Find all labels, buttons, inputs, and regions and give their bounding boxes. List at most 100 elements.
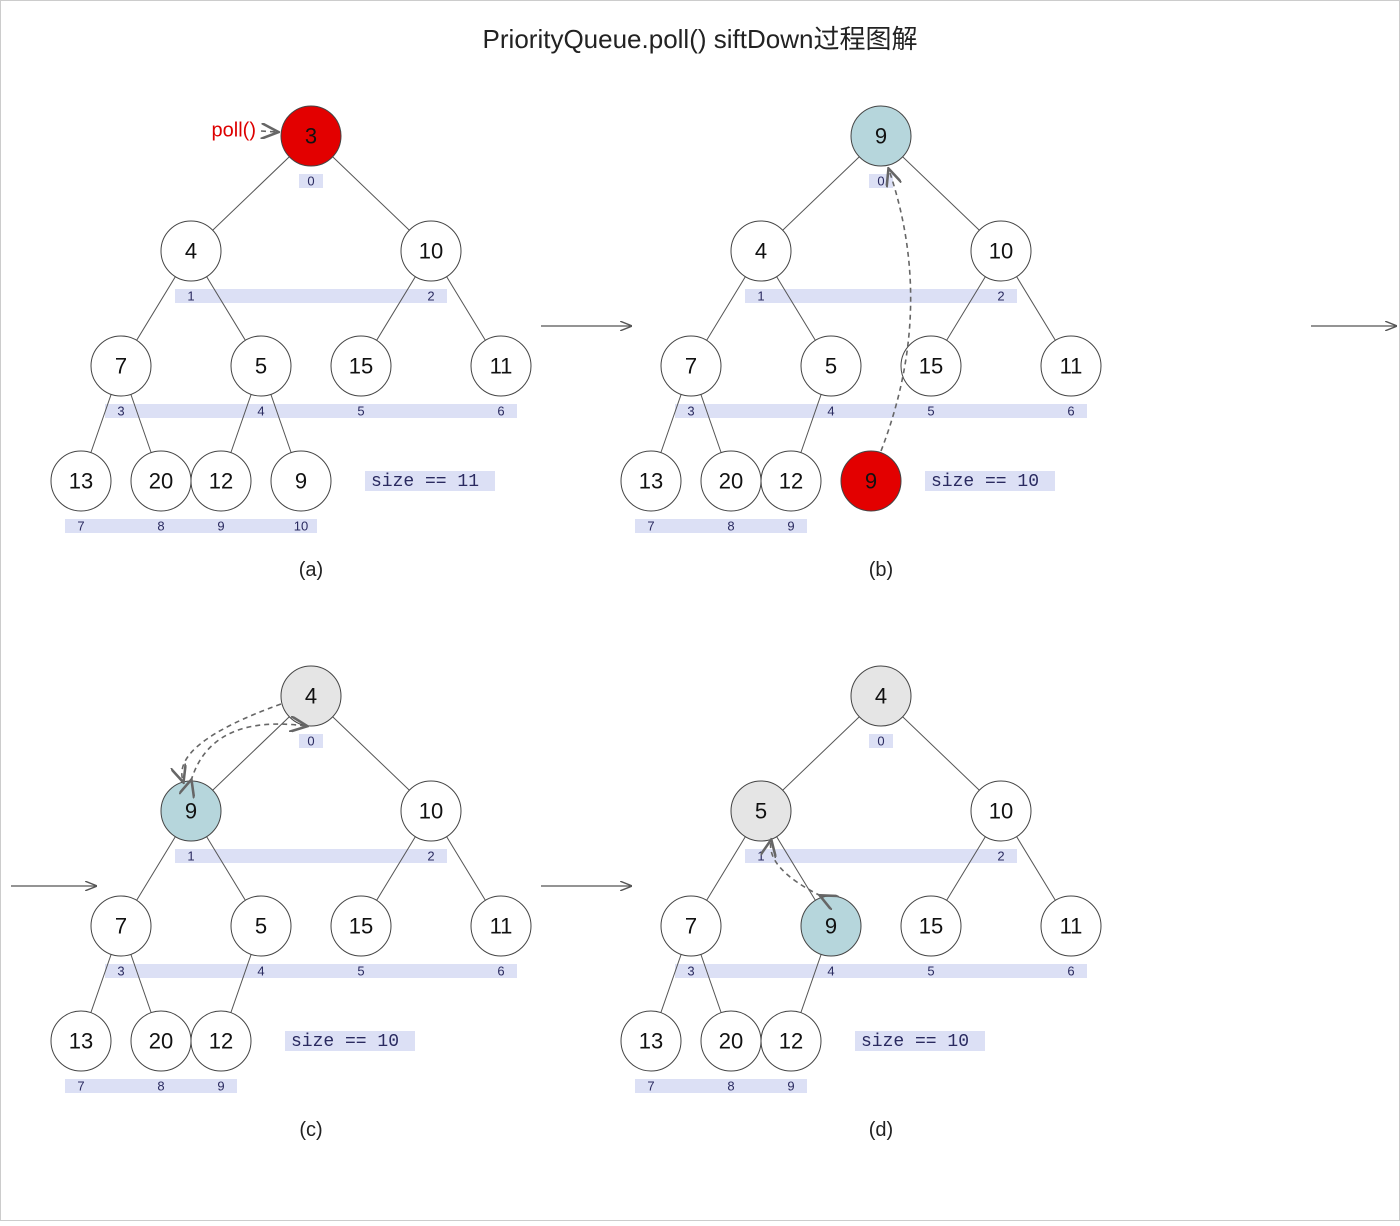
index-band — [65, 519, 317, 533]
index-band — [675, 404, 1087, 418]
node-5-value: 15 — [919, 914, 943, 939]
node-8-value: 20 — [149, 1029, 173, 1054]
node-9-value: 12 — [779, 469, 803, 494]
node-9-value: 12 — [779, 1029, 803, 1054]
node-5-value: 15 — [349, 914, 373, 939]
node-9-index: 9 — [787, 519, 794, 534]
node-7-value: 13 — [69, 469, 93, 494]
node-3-value: 7 — [685, 914, 697, 939]
node-1-index: 1 — [757, 289, 764, 304]
node-2-value: 10 — [989, 239, 1013, 264]
node-4-value: 9 — [825, 914, 837, 939]
node-6-index: 6 — [497, 964, 504, 979]
node-5-index: 5 — [927, 404, 934, 419]
node-4-value: 5 — [255, 354, 267, 379]
diagram-canvas: 30411027354155116137208129910size == 11(… — [1, 56, 1400, 1226]
node-2-index: 2 — [997, 289, 1004, 304]
panel-a: 30411027354155116137208129910size == 11(… — [51, 106, 531, 581]
node-1-value: 4 — [755, 239, 767, 264]
node-0-index: 0 — [307, 174, 314, 189]
node-7-value: 13 — [639, 1029, 663, 1054]
index-band — [635, 519, 807, 533]
node-2-index: 2 — [427, 289, 434, 304]
index-band — [675, 964, 1087, 978]
node-8-value: 20 — [719, 1029, 743, 1054]
node-2-value: 10 — [989, 799, 1013, 824]
node-3-index: 3 — [117, 964, 124, 979]
node-3-index: 3 — [687, 964, 694, 979]
node-0-index: 0 — [877, 734, 884, 749]
node-7-index: 7 — [647, 1079, 654, 1094]
node-8-value: 20 — [149, 469, 173, 494]
node-4-value: 5 — [255, 914, 267, 939]
node-6-value: 11 — [1060, 914, 1083, 939]
node-3-value: 7 — [115, 354, 127, 379]
node-2-value: 10 — [419, 799, 443, 824]
node-6-index: 6 — [1067, 964, 1074, 979]
node-8-value: 20 — [719, 469, 743, 494]
node-6-index: 6 — [1067, 404, 1074, 419]
index-band — [105, 404, 517, 418]
node-10-value: 9 — [865, 469, 877, 494]
diagram-title: PriorityQueue.poll() siftDown过程图解 — [1, 1, 1399, 56]
node-6-index: 6 — [497, 404, 504, 419]
node-4-value: 5 — [825, 354, 837, 379]
node-6-value: 11 — [1060, 354, 1083, 379]
size-label: size == 11 — [371, 472, 479, 492]
panel-label: (d) — [869, 1119, 893, 1141]
node-9-value: 12 — [209, 1029, 233, 1054]
panel-label: (b) — [869, 559, 893, 581]
panel-d: 40511027394155116137208129size == 10(d) — [621, 666, 1101, 1141]
node-6-value: 11 — [490, 914, 513, 939]
node-2-index: 2 — [997, 849, 1004, 864]
node-9-index: 9 — [217, 1079, 224, 1094]
node-5-value: 15 — [919, 354, 943, 379]
size-label: size == 10 — [931, 472, 1039, 492]
node-1-value: 4 — [185, 239, 197, 264]
node-1-index: 1 — [187, 849, 194, 864]
node-7-value: 13 — [639, 469, 663, 494]
node-3-value: 7 — [685, 354, 697, 379]
node-9-value: 12 — [209, 469, 233, 494]
node-7-value: 13 — [69, 1029, 93, 1054]
index-band — [65, 1079, 237, 1093]
node-0-value: 3 — [305, 124, 317, 149]
swap-arrow-icon — [182, 704, 281, 781]
index-band — [635, 1079, 807, 1093]
node-1-value: 9 — [185, 799, 197, 824]
node-0-index: 0 — [877, 174, 884, 189]
panel-c: 40911027354155116137208129size == 10(c) — [51, 666, 531, 1141]
node-8-index: 8 — [727, 519, 734, 534]
node-9-index: 9 — [787, 1079, 794, 1094]
size-label: size == 10 — [861, 1032, 969, 1052]
panel-b: 9 0 4 1 10 2 7 3 5 4 15 5 11 6 13 7 20 8 12 9 9 size == 10 (b) — [621, 106, 1101, 581]
node-1-value: 5 — [755, 799, 767, 824]
node-8-index: 8 — [157, 519, 164, 534]
node-6-value: 11 — [490, 354, 513, 379]
node-0-index: 0 — [307, 734, 314, 749]
node-1-index: 1 — [187, 289, 194, 304]
poll-label: poll() — [212, 119, 256, 141]
node-5-value: 15 — [349, 354, 373, 379]
node-4-index: 4 — [827, 404, 834, 419]
node-2-value: 10 — [419, 239, 443, 264]
node-0-value: 4 — [305, 684, 317, 709]
node-10-index: 10 — [294, 519, 308, 534]
node-7-index: 7 — [77, 519, 84, 534]
poll-arrow-icon — [261, 131, 277, 132]
node-4-index: 4 — [257, 964, 264, 979]
node-8-index: 8 — [157, 1079, 164, 1094]
node-1-index: 1 — [757, 849, 764, 864]
size-label: size == 10 — [291, 1032, 399, 1052]
index-band — [105, 964, 517, 978]
node-3-index: 3 — [687, 404, 694, 419]
node-7-index: 7 — [647, 519, 654, 534]
node-0-value: 9 — [875, 124, 887, 149]
node-3-index: 3 — [117, 404, 124, 419]
node-4-index: 4 — [257, 404, 264, 419]
node-8-index: 8 — [727, 1079, 734, 1094]
panel-label: (a) — [299, 559, 323, 581]
node-10-value: 9 — [295, 469, 307, 494]
swap-arrow-icon — [191, 724, 306, 781]
node-9-index: 9 — [217, 519, 224, 534]
